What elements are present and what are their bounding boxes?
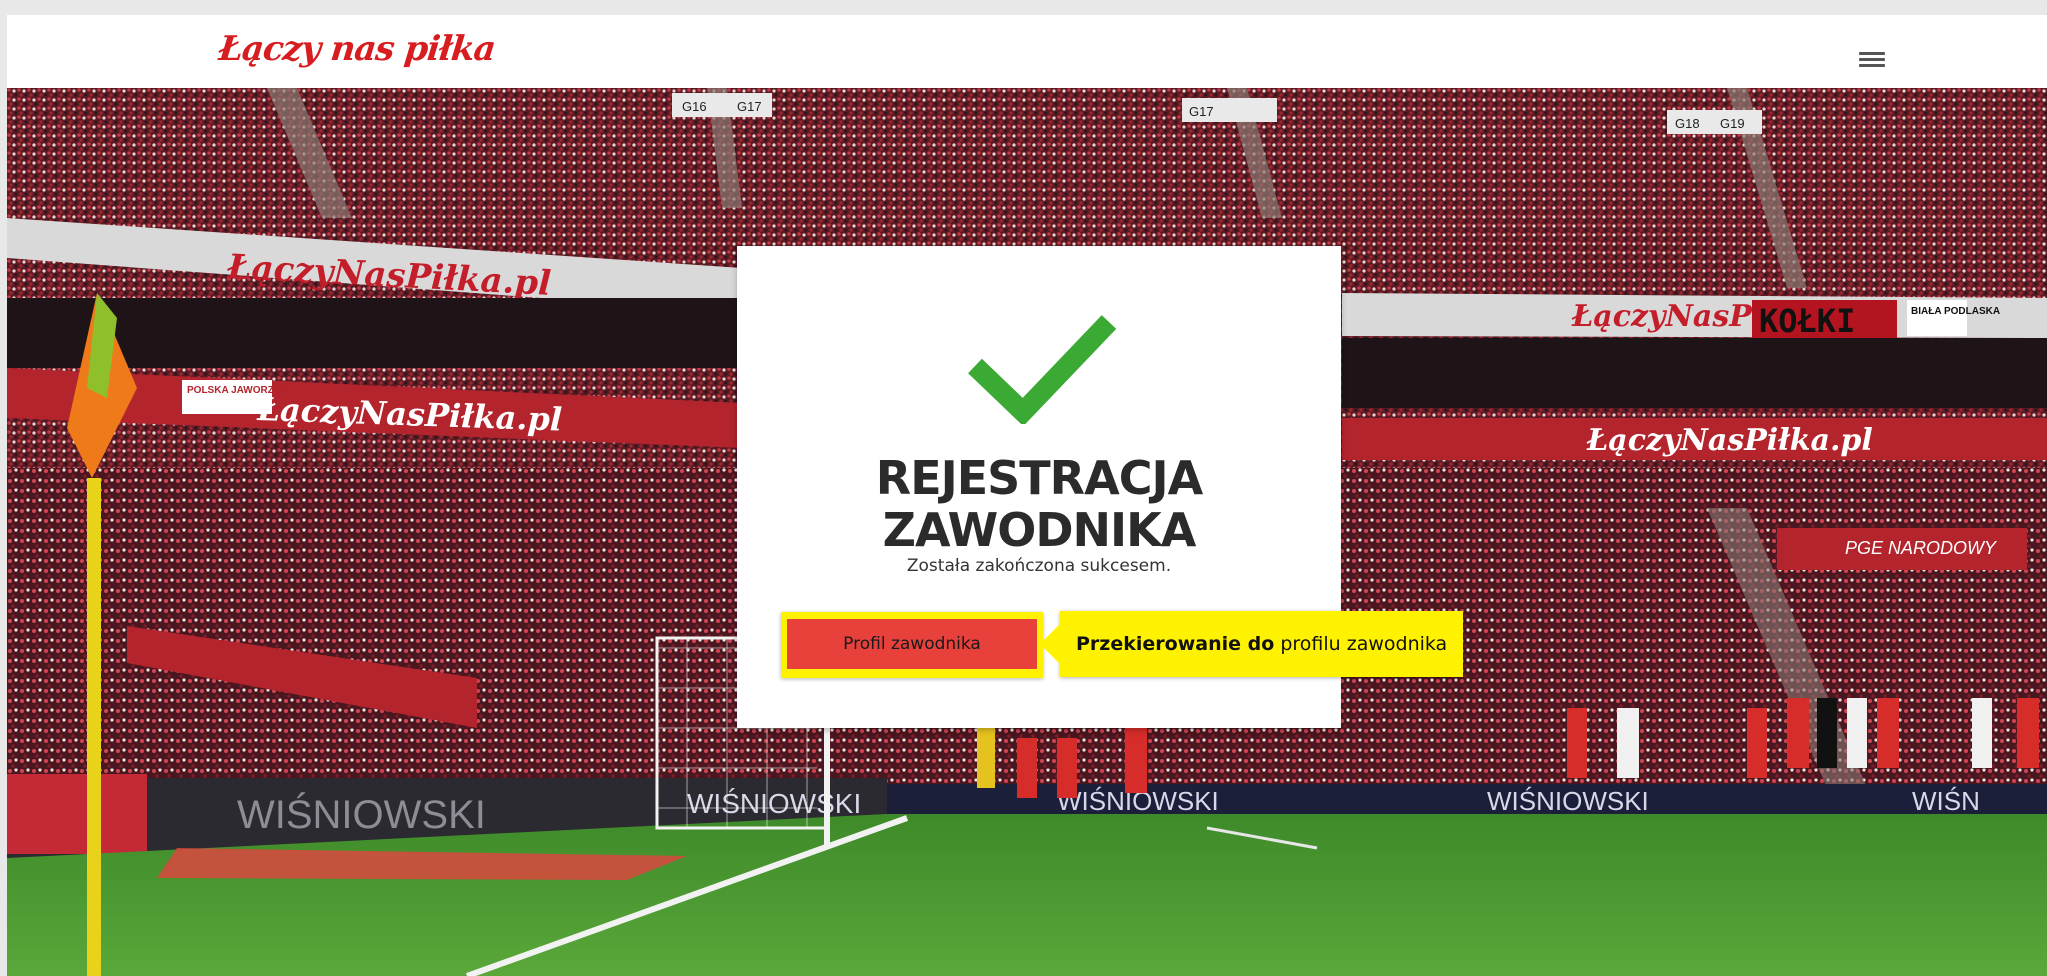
menu-bar: [1859, 52, 1885, 55]
sector-sign: G18: [1675, 116, 1700, 131]
menu-bar: [1859, 58, 1885, 61]
callout-bold-text: Przekierowanie do: [1076, 633, 1275, 655]
concourse-right: [1342, 338, 2047, 408]
top-navbar: Łączy nas piłka: [7, 15, 2047, 89]
banner-text: ŁączyNasPiłka.pl: [1586, 423, 1873, 458]
adboard-text: WIŚN: [1912, 786, 1980, 816]
page-title: REJESTRACJA ZAWODNIKA: [737, 452, 1341, 556]
pge-sign-text: PGE NARODOWY: [1845, 538, 1998, 558]
sector-sign: G17: [737, 99, 762, 114]
callout-text: profilu zawodnika: [1274, 633, 1448, 655]
player-profile-button[interactable]: Profil zawodnika: [787, 619, 1037, 669]
checkmark-icon: [968, 315, 1117, 424]
adboard-text: WIŚNIOWSKI: [1487, 786, 1649, 816]
sector-sign: G19: [1720, 116, 1745, 131]
browser-viewport: Łączy nas piłka G16 G17 G17 G18 G19 Łącz…: [0, 0, 2047, 976]
sector-sign: G17: [1189, 104, 1214, 119]
banner-text: KOŁKI: [1759, 302, 1855, 340]
success-message: Została zakończona sukcesem.: [906, 556, 1172, 576]
club-sign-text: POLSKA JAWORZNO: [187, 385, 289, 396]
title-line: ZAWODNIKA: [882, 503, 1197, 557]
adboard-text: WIŚNIOWSKI: [687, 787, 861, 819]
title-line: REJESTRACJA: [875, 451, 1203, 505]
sector-sign: G16: [682, 99, 707, 114]
redirect-callout: Przekierowanie do profilu zawodnika: [1039, 611, 1464, 677]
site-logo[interactable]: Łączy nas piłka: [217, 29, 497, 69]
banner-text: BIAŁA PODLASKA: [1911, 306, 2000, 317]
adboard-red: [7, 774, 147, 854]
adboard-text: WIŚNIOWSKI: [237, 791, 486, 837]
hamburger-menu-icon[interactable]: [1859, 49, 1889, 71]
button-highlight: Profil zawodnika: [781, 612, 1043, 678]
menu-bar: [1859, 64, 1885, 67]
